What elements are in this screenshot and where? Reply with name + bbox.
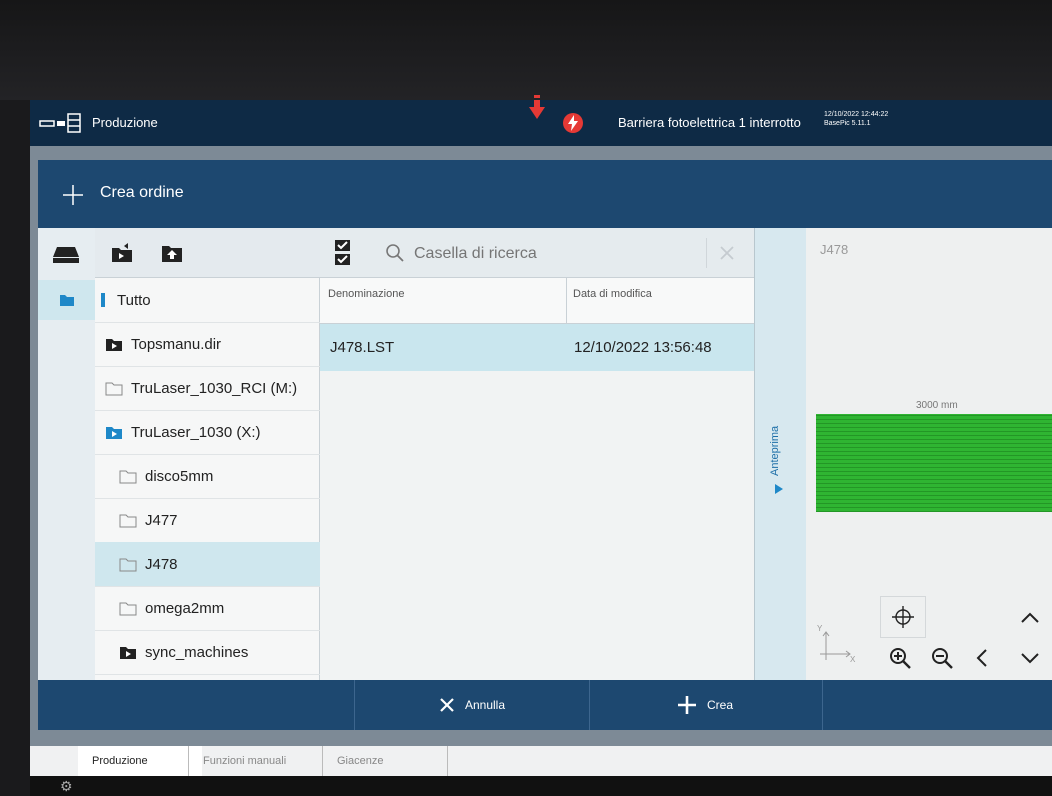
column-header: Denominazione Data di modifica xyxy=(320,278,754,324)
axis-indicator: Y X xyxy=(816,624,856,664)
arrow-down-icon xyxy=(527,94,547,122)
folder-icon xyxy=(105,382,123,395)
tree-item-label: J478 xyxy=(145,555,178,573)
sheet-preview xyxy=(816,414,1052,512)
zoom-out-icon[interactable] xyxy=(922,638,962,678)
tree-item-label: disco5mm xyxy=(145,467,214,485)
layout-icon[interactable] xyxy=(38,112,84,134)
create-button[interactable]: Crea xyxy=(588,680,823,730)
tree-item-j478[interactable]: J478 xyxy=(95,542,320,587)
chevron-down-icon[interactable] xyxy=(1010,638,1050,678)
folder-share-icon[interactable] xyxy=(105,238,139,268)
chevron-left-icon[interactable] xyxy=(964,638,1000,678)
tree-item-label: sync_machines xyxy=(145,643,249,661)
folder-icon xyxy=(119,602,137,615)
preview-tab-label: Anteprima xyxy=(769,425,781,476)
file-modified: 12/10/2022 13:56:48 xyxy=(574,339,712,356)
create-label: Crea xyxy=(706,698,733,712)
folder-up-icon[interactable] xyxy=(155,238,189,268)
chevron-up-icon[interactable] xyxy=(1010,598,1050,638)
folder-tree: Tutto Topsmanu.dir TruLaser_1030_RCI (M:… xyxy=(95,228,320,680)
tab-label: Funzioni manuali xyxy=(203,755,287,767)
tab-label: Giacenze xyxy=(337,755,384,767)
folder-icon xyxy=(119,514,137,527)
preview-toggle[interactable]: Anteprima xyxy=(754,228,806,680)
tree-item-label: omega2mm xyxy=(145,599,225,617)
folder-icon xyxy=(119,470,137,483)
monitor-bezel xyxy=(0,0,1052,100)
app-topbar: Produzione Barriera fotoelettrica 1 inte… xyxy=(30,95,1052,146)
tree-toolbar xyxy=(95,228,320,278)
clear-search-icon[interactable] xyxy=(706,238,747,268)
expand-arrow-icon xyxy=(775,484,783,494)
app-title: Produzione xyxy=(92,115,158,130)
datetime: 12/10/2022 12:44:22 xyxy=(824,111,889,118)
column-modified[interactable]: Data di modifica xyxy=(573,288,652,300)
dialog-header: Crea ordine xyxy=(38,160,1052,228)
plus-icon xyxy=(60,182,86,208)
folder-icon xyxy=(120,646,136,659)
drive-icon[interactable] xyxy=(46,240,86,268)
center-target-icon[interactable] xyxy=(880,596,926,638)
tree-item-label: Topsmanu.dir xyxy=(131,335,222,353)
footer-bar: ⚙ xyxy=(30,776,1052,796)
tree-item-label: TruLaser_1030_RCI (M:) xyxy=(131,379,298,397)
tree-item-label: J477 xyxy=(145,511,178,529)
status-info: 12/10/2022 12:44:22 BasePic 5.11.1 xyxy=(824,110,888,128)
tree-item-tutto[interactable]: Tutto xyxy=(95,278,320,323)
axis-x-label: X xyxy=(850,655,856,664)
tree-item-sync-machines[interactable]: sync_machines xyxy=(95,630,320,675)
tree-item-disco5mm[interactable]: disco5mm xyxy=(95,454,320,499)
file-name: J478.LST xyxy=(330,339,395,356)
version: BasePic 5.11.1 xyxy=(824,120,871,127)
settings-icon[interactable]: ⚙ xyxy=(60,778,73,795)
close-icon xyxy=(440,698,454,712)
location-strip xyxy=(38,228,95,680)
sheet-dimension: 3000 mm xyxy=(916,400,958,411)
column-name[interactable]: Denominazione xyxy=(328,288,404,300)
action-bar: Annulla Crea xyxy=(38,680,1052,730)
preview-title: J478 xyxy=(820,242,849,257)
folder-icon xyxy=(119,558,137,571)
column-divider xyxy=(566,278,567,324)
tab-giacenze[interactable]: Giacenze xyxy=(322,746,448,776)
folder-icon xyxy=(101,293,105,307)
search-input[interactable] xyxy=(412,240,706,268)
preview-panel: J478 3000 mm Y X xyxy=(806,228,1052,680)
tab-label: Produzione xyxy=(92,755,148,767)
tab-produzione[interactable]: Produzione xyxy=(78,746,202,776)
tree-item-label: Tutto xyxy=(117,291,151,309)
tree-item-topsmanu[interactable]: Topsmanu.dir xyxy=(95,322,320,367)
plus-icon xyxy=(677,696,696,714)
file-row[interactable]: J478.LST 12/10/2022 13:56:48 xyxy=(320,324,754,371)
alarm-text[interactable]: Barriera fotoelettrica 1 interrotto xyxy=(618,115,801,130)
zoom-in-icon[interactable] xyxy=(880,638,920,678)
cancel-button[interactable]: Annulla xyxy=(354,680,590,730)
search-icon xyxy=(384,242,406,264)
search-bar xyxy=(320,228,754,278)
axis-y-label: Y xyxy=(817,624,823,633)
tree-item-omega2mm[interactable]: omega2mm xyxy=(95,586,320,631)
folder-icon xyxy=(106,338,122,351)
tree-item-j477[interactable]: J477 xyxy=(95,498,320,543)
tree-item-trulaser-x[interactable]: TruLaser_1030 (X:) xyxy=(95,410,320,455)
folder-icon[interactable] xyxy=(38,280,95,320)
alarm-icon[interactable] xyxy=(562,112,584,134)
select-all-icon[interactable] xyxy=(330,238,356,268)
tree-item-label: TruLaser_1030 (X:) xyxy=(131,423,261,441)
tab-funzioni-manuali[interactable]: Funzioni manuali xyxy=(188,746,333,776)
folder-icon xyxy=(106,426,122,439)
tree-item-trulaser-rci[interactable]: TruLaser_1030_RCI (M:) xyxy=(95,366,320,411)
dialog-title: Crea ordine xyxy=(100,184,184,201)
bottom-tabs: Produzione Funzioni manuali Giacenze xyxy=(30,746,1052,776)
cancel-label: Annulla xyxy=(464,698,506,712)
